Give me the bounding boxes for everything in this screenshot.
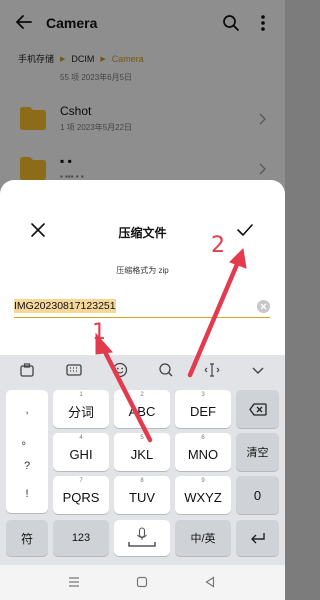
- annotation-label-1: 1: [92, 320, 106, 345]
- annotation-arrow-2: [187, 259, 241, 378]
- annotation-arrow-1: [100, 345, 153, 443]
- annotation-label-2: 2: [211, 233, 225, 258]
- annotation-arrows: [95, 247, 247, 443]
- annotation-arrowhead-2: [229, 247, 247, 269]
